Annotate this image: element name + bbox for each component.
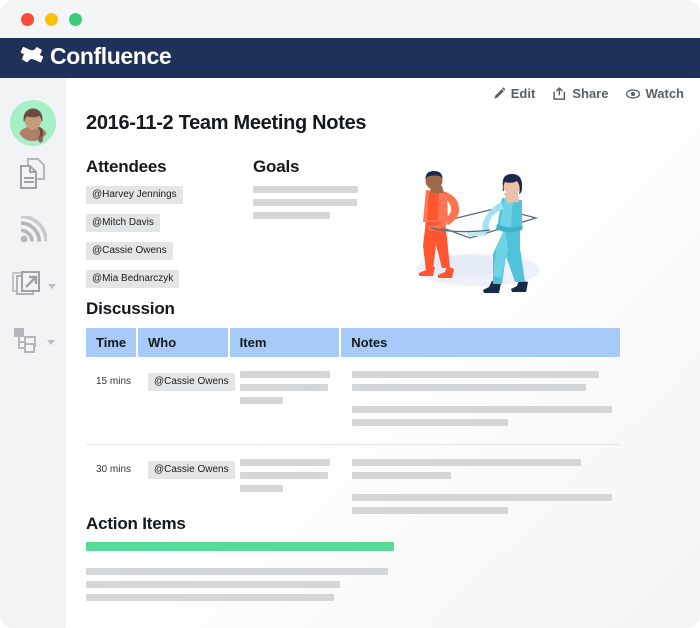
goals-body [253,186,358,225]
text-placeholder-bar [352,472,451,479]
sidebar-item-pages[interactable] [0,156,66,192]
text-placeholder-bar [240,485,283,492]
time-value: 15 mins [96,376,131,387]
close-window-button[interactable] [21,13,34,26]
time-value: 30 mins [96,464,131,475]
pencil-icon [493,87,506,100]
highlight-bar [86,542,394,551]
text-placeholder-bar [86,581,340,588]
confluence-brand-label: Confluence [50,44,171,69]
attendee-mention[interactable]: @Harvey Jennings [86,186,183,204]
sidebar-item-feed[interactable] [0,212,66,248]
text-placeholder-bar [240,384,328,391]
text-placeholder-bar [240,371,330,378]
attendee-mention[interactable]: @Mia Bednarczyk [86,270,179,288]
window-titlebar [0,0,700,38]
text-placeholder-bar [352,494,612,501]
text-placeholder-bar [86,594,334,601]
chevron-down-icon[interactable] [48,284,56,289]
text-placeholder-bar [253,186,358,193]
text-placeholder-bar [352,406,612,413]
list-item[interactable]: @Mitch Davis [86,212,183,240]
list-item[interactable]: @Harvey Jennings [86,184,183,212]
confluence-brand[interactable]: Confluence [20,44,171,69]
attendees-heading: Attendees [86,157,166,177]
screenshot-root: Confluence [0,0,700,628]
attendees-list: @Harvey Jennings @Mitch Davis @Cassie Ow… [86,184,183,296]
page-tree-icon [12,326,42,354]
sidebar-item-share-content[interactable] [0,266,66,302]
column-header-notes: Notes [341,328,620,357]
text-placeholder-bar [352,507,508,514]
text-placeholder-bar [352,371,599,378]
cell-time: 30 mins [86,459,136,520]
action-items-body [86,542,620,607]
cell-item [230,459,340,520]
column-header-item: Item [230,328,340,357]
list-item[interactable]: @Mia Bednarczyk [86,268,183,296]
text-placeholder-bar [240,472,328,479]
minimize-window-button[interactable] [45,13,58,26]
sidebar-item-user-avatar[interactable] [0,100,66,146]
text-placeholder-bar [240,459,330,466]
page-tools: Edit Share [493,86,684,101]
text-placeholder-bar [240,397,283,404]
list-item[interactable]: @Cassie Owens [86,240,183,268]
sidebar-item-page-tree[interactable] [0,322,66,358]
cell-item [230,371,340,432]
watch-button[interactable]: Watch [626,86,684,101]
column-header-who: Who [138,328,228,357]
table-header-row: Time Who Item Notes [86,328,620,357]
text-placeholder-bar [352,459,581,466]
attendee-mention[interactable]: @Cassie Owens [148,461,235,479]
share-label: Share [572,86,608,101]
text-placeholder-bar [253,199,357,206]
column-header-time: Time [86,328,136,357]
text-placeholder-bar [86,568,388,575]
text-placeholder-bar [253,212,330,219]
cell-time: 15 mins [86,371,136,432]
eye-icon [626,89,640,99]
pages-icon [17,157,49,191]
discussion-table: Time Who Item Notes 15 mins @Cassie Owen… [86,328,620,532]
avatar-icon [10,100,56,146]
page-title: 2016-11-2 Team Meeting Notes [86,112,366,135]
chevron-down-icon[interactable] [47,340,55,345]
maximize-window-button[interactable] [69,13,82,26]
page-content: Edit Share [66,78,700,628]
share-icon [553,87,567,100]
attendee-mention[interactable]: @Cassie Owens [86,242,173,260]
watch-label: Watch [645,86,684,101]
table-row: 15 mins @Cassie Owens [86,357,620,444]
text-placeholder-bar [352,384,586,391]
window-controls [21,13,82,26]
cell-notes [342,371,622,432]
discussion-heading: Discussion [86,299,175,319]
edit-button[interactable]: Edit [493,86,536,101]
confluence-appbar: Confluence [0,38,700,78]
two-people-carrying-panel-illustration [386,146,566,296]
confluence-logo-icon [20,44,45,69]
table-row: 30 mins @Cassie Owens [86,444,620,532]
share-button[interactable]: Share [553,86,608,101]
edit-label: Edit [511,86,536,101]
attendee-mention[interactable]: @Cassie Owens [148,373,235,391]
goals-heading: Goals [253,157,299,177]
share-arrow-icon [11,269,43,299]
rss-feed-icon [19,216,47,244]
browser-window: Confluence [0,0,700,628]
left-sidebar [0,78,66,628]
cell-who: @Cassie Owens [138,459,228,520]
cell-who: @Cassie Owens [138,371,228,432]
cell-notes [342,459,622,520]
text-placeholder-bar [352,419,508,426]
attendee-mention[interactable]: @Mitch Davis [86,214,160,232]
